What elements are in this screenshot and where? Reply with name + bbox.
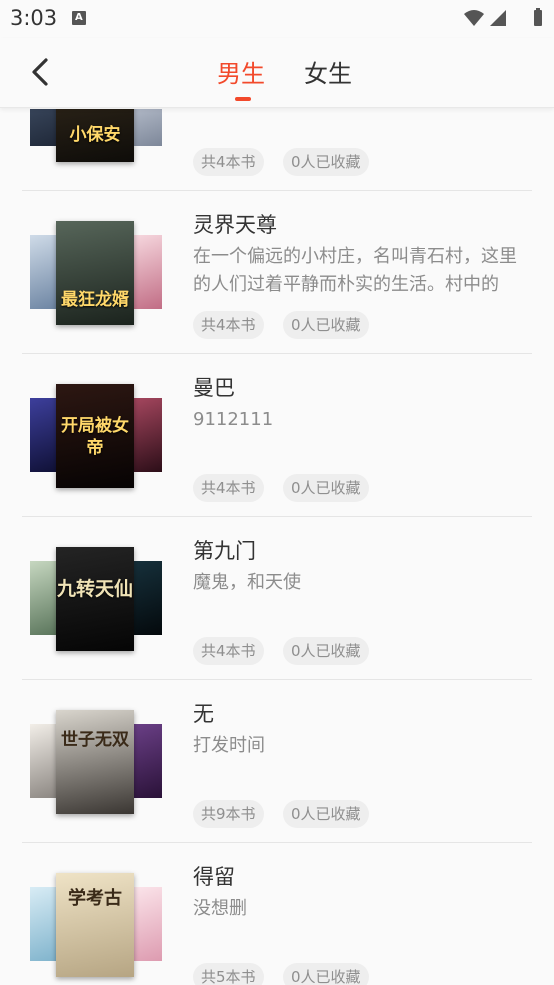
back-arrow-icon[interactable] — [22, 54, 58, 90]
status-time: 3:03 — [10, 6, 58, 30]
tab-indicator — [235, 97, 251, 101]
booklist-item[interactable]: 九转天仙 第九门 魔鬼，和天使 共4本书 0人已收藏 — [22, 517, 532, 680]
booklist-description: 在一个偏远的小村庄，名叫青石村，这里的人们过着平静而朴实的生活。村中的少… — [193, 246, 517, 295]
tab-male[interactable]: 男生 — [217, 54, 265, 89]
book-cover — [134, 887, 162, 961]
booklist-item[interactable]: 世子无双 无 打发时间 共9本书 0人已收藏 — [22, 680, 532, 843]
battery-icon — [534, 10, 542, 26]
book-cover: 学考古 — [56, 873, 134, 977]
booklist-item[interactable]: 小保安 共4本书 0人已收藏 — [22, 109, 532, 191]
favorites-badge: 0人已收藏 — [283, 637, 369, 665]
notification-icon: A — [72, 11, 86, 25]
booklist-item[interactable]: 开局被女帝 曼巴 9112111 共4本书 0人已收藏 — [22, 354, 532, 517]
booklist-title: 无 — [193, 702, 214, 726]
cover-stack: 世子无双 — [30, 710, 162, 816]
cover-stack: 小保安 — [30, 109, 162, 164]
booklist-item[interactable]: 学考古 得留 没想删 共5本书 0人已收藏 — [22, 843, 532, 985]
book-cover — [134, 109, 162, 146]
top-bar: 男生 女生 — [0, 38, 554, 108]
booklist-title: 曼巴 — [193, 376, 235, 400]
favorites-badge: 0人已收藏 — [283, 311, 369, 339]
favorites-badge: 0人已收藏 — [283, 963, 369, 985]
book-count-badge: 共4本书 — [193, 474, 264, 502]
booklist-item[interactable]: 最狂龙婿 灵界天尊 在一个偏远的小村庄，名叫青石村，这里的人们过着平静而朴实的生… — [22, 191, 532, 354]
booklist-title: 得留 — [193, 865, 235, 889]
book-count-badge: 共9本书 — [193, 800, 264, 828]
book-cover — [134, 235, 162, 309]
favorites-badge: 0人已收藏 — [283, 474, 369, 502]
cover-stack: 开局被女帝 — [30, 384, 162, 490]
book-cover: 小保安 — [56, 109, 134, 162]
book-count-badge: 共5本书 — [193, 963, 264, 985]
booklist-title: 第九门 — [193, 539, 256, 563]
book-cover: 最狂龙婿 — [56, 221, 134, 325]
cover-stack: 学考古 — [30, 873, 162, 979]
wifi-icon — [464, 10, 484, 26]
favorites-badge: 0人已收藏 — [283, 800, 369, 828]
book-cover: 九转天仙 — [56, 547, 134, 651]
booklist-description: 9112111 — [193, 409, 274, 430]
book-cover — [134, 724, 162, 798]
book-count-badge: 共4本书 — [193, 148, 264, 176]
favorites-badge: 0人已收藏 — [283, 148, 369, 176]
booklist-description: 魔鬼，和天使 — [193, 572, 301, 593]
book-cover — [134, 398, 162, 472]
booklist-list: 小保安 共4本书 0人已收藏 最狂龙婿 灵界天尊 在一个偏远的小村庄，名叫青石村… — [0, 109, 554, 985]
book-cover: 世子无双 — [56, 710, 134, 814]
cover-stack: 最狂龙婿 — [30, 221, 162, 327]
booklist-title: 灵界天尊 — [193, 213, 277, 237]
signal-icon — [490, 10, 506, 26]
tab-female[interactable]: 女生 — [304, 54, 352, 89]
book-count-badge: 共4本书 — [193, 637, 264, 665]
booklist-description: 没想删 — [193, 898, 247, 919]
system-icons — [464, 8, 542, 26]
cover-stack: 九转天仙 — [30, 547, 162, 653]
book-count-badge: 共4本书 — [193, 311, 264, 339]
book-cover — [134, 561, 162, 635]
status-bar: 3:03 A — [0, 0, 554, 38]
book-cover: 开局被女帝 — [56, 384, 134, 488]
booklist-description: 打发时间 — [193, 735, 265, 756]
